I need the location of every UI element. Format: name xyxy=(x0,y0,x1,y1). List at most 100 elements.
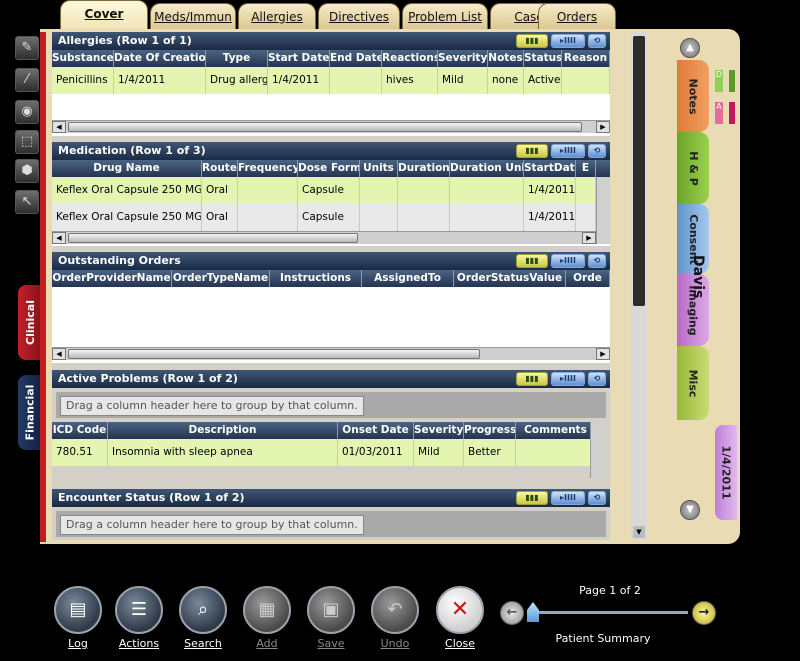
column-header[interactable]: Route xyxy=(202,160,238,177)
page-slider-track[interactable] xyxy=(528,611,688,614)
side-tab-financial[interactable]: Financial xyxy=(18,375,42,450)
page-slider-handle[interactable] xyxy=(527,602,539,622)
toggle-view-button[interactable]: ▮▮▮ xyxy=(516,372,548,386)
arrow-cursor-icon[interactable]: ↖ xyxy=(15,190,39,214)
mini-tab-a[interactable]: A xyxy=(715,102,723,124)
column-header[interactable]: Notes xyxy=(488,50,524,67)
scroll-right-icon[interactable]: ▶ xyxy=(596,348,610,360)
right-tab-notes[interactable]: Notes xyxy=(677,60,709,132)
column-header[interactable]: Comments xyxy=(516,422,596,439)
tape-icon[interactable]: ◉ xyxy=(15,100,39,124)
scroll-left-icon[interactable]: ◀ xyxy=(52,121,66,133)
column-header[interactable]: Type xyxy=(206,50,268,67)
scroll-thumb[interactable] xyxy=(68,349,480,359)
active-problems-vscroll[interactable] xyxy=(590,422,604,478)
scroll-down-icon[interactable]: ▼ xyxy=(633,526,645,538)
column-header[interactable]: Date Of Creation xyxy=(114,50,206,67)
tab-problem-list[interactable]: Problem List xyxy=(402,3,488,31)
main-vscroll[interactable]: ▼ xyxy=(631,32,647,540)
column-header[interactable]: E xyxy=(576,160,596,177)
column-header[interactable]: Frequency xyxy=(238,160,298,177)
refresh-icon[interactable]: ⟲ xyxy=(588,254,606,268)
tab-meds-immun[interactable]: Meds/Immun xyxy=(150,3,236,31)
select-region-icon[interactable]: ⬚ xyxy=(15,130,39,154)
toggle-view-button[interactable]: ▮▮▮ xyxy=(516,34,548,48)
right-tab-date[interactable]: 1/4/2011 xyxy=(715,425,737,520)
column-header[interactable]: Substance xyxy=(52,50,114,67)
column-header[interactable]: Status xyxy=(524,50,562,67)
column-header[interactable]: ICD Code xyxy=(52,422,108,439)
column-header[interactable]: Orde xyxy=(566,270,610,287)
table-row[interactable]: Keflex Oral Capsule 250 MG Oral Capsule … xyxy=(52,204,610,231)
scroll-right-icon[interactable]: ▶ xyxy=(596,121,610,133)
column-header[interactable]: Reactions xyxy=(382,50,438,67)
table-row[interactable]: 780.51 Insomnia with sleep apnea 01/03/2… xyxy=(52,439,596,466)
column-header[interactable]: Severity xyxy=(414,422,464,439)
add-button[interactable]: ▦ Add xyxy=(243,586,291,650)
refresh-icon[interactable]: ⟲ xyxy=(588,491,606,505)
column-header[interactable]: Reason xyxy=(562,50,610,67)
medication-vscroll[interactable] xyxy=(596,177,610,244)
tab-allergies[interactable]: Allergies xyxy=(238,3,316,31)
scroll-thumb[interactable] xyxy=(68,233,358,243)
actions-button[interactable]: ☰ Actions xyxy=(115,586,163,650)
save-button[interactable]: ▣ Save xyxy=(307,586,355,650)
column-header[interactable]: Duration Unit xyxy=(450,160,524,177)
group-by-area[interactable]: Drag a column header here to group by th… xyxy=(56,392,606,418)
toggle-view-button[interactable]: ▮▮▮ xyxy=(516,491,548,505)
log-button[interactable]: ▤ Log xyxy=(54,586,102,650)
column-header[interactable]: OrderProviderName xyxy=(52,270,172,287)
tab-directives[interactable]: Directives xyxy=(318,3,400,31)
tab-orders[interactable]: Orders xyxy=(538,3,616,31)
medication-hscroll[interactable]: ◀ ▶ xyxy=(52,231,596,244)
undo-button[interactable]: ↶ Undo xyxy=(371,586,419,650)
column-header[interactable]: Units xyxy=(360,160,398,177)
table-row[interactable]: Keflex Oral Capsule 250 MG Oral Capsule … xyxy=(52,177,610,204)
eraser-icon[interactable]: ⬢ xyxy=(15,159,39,183)
column-header[interactable]: Description xyxy=(108,422,338,439)
column-chooser-button[interactable]: ▸IIII xyxy=(551,254,585,268)
column-header[interactable]: Drug Name xyxy=(52,160,202,177)
close-button[interactable]: ✕ Close xyxy=(436,586,484,650)
pen-icon[interactable]: ✎ xyxy=(15,36,39,60)
column-header[interactable]: End Date xyxy=(330,50,382,67)
column-chooser-button[interactable]: ▸IIII xyxy=(551,144,585,158)
refresh-icon[interactable]: ⟲ xyxy=(588,34,606,48)
orders-hscroll[interactable]: ◀ ▶ xyxy=(52,347,610,360)
scroll-down-round-icon[interactable]: ▼ xyxy=(680,500,700,520)
right-tab-misc[interactable]: Misc xyxy=(677,346,709,420)
scroll-left-icon[interactable]: ◀ xyxy=(52,232,66,244)
column-header[interactable]: Progress xyxy=(464,422,516,439)
side-tab-clinical[interactable]: Clinical xyxy=(18,285,42,360)
toggle-view-button[interactable]: ▮▮▮ xyxy=(516,144,548,158)
column-header[interactable]: Dose Form xyxy=(298,160,360,177)
group-by-area[interactable]: Drag a column header here to group by th… xyxy=(56,511,606,537)
column-header[interactable]: StartDate xyxy=(524,160,576,177)
mini-tab-d[interactable]: D xyxy=(715,70,723,92)
column-header[interactable]: AssignedTo xyxy=(362,270,454,287)
column-header[interactable]: Onset Date xyxy=(338,422,414,439)
column-header[interactable]: Start Date xyxy=(268,50,330,67)
refresh-icon[interactable]: ⟲ xyxy=(588,372,606,386)
column-header[interactable]: Instructions xyxy=(270,270,362,287)
tab-cover[interactable]: Cover xyxy=(60,0,148,32)
scroll-left-icon[interactable]: ◀ xyxy=(52,348,66,360)
scroll-thumb[interactable] xyxy=(68,122,582,132)
search-button[interactable]: ⌕ Search xyxy=(179,586,227,650)
column-chooser-button[interactable]: ▸IIII xyxy=(551,34,585,48)
column-header[interactable]: OrderTypeName xyxy=(172,270,270,287)
next-page-icon[interactable]: → xyxy=(692,601,716,625)
toggle-view-button[interactable]: ▮▮▮ xyxy=(516,254,548,268)
column-header[interactable]: OrderStatusValue xyxy=(454,270,566,287)
column-chooser-button[interactable]: ▸IIII xyxy=(551,491,585,505)
scroll-thumb[interactable] xyxy=(633,36,645,306)
brush-icon[interactable]: ⁄ xyxy=(15,68,39,92)
scroll-right-icon[interactable]: ▶ xyxy=(582,232,596,244)
column-chooser-button[interactable]: ▸IIII xyxy=(551,372,585,386)
table-row[interactable]: Penicillins 1/4/2011 Drug allergy 1/4/20… xyxy=(52,67,610,94)
scroll-up-icon[interactable]: ▲ xyxy=(680,38,700,58)
refresh-icon[interactable]: ⟲ xyxy=(588,144,606,158)
column-header[interactable]: Severity xyxy=(438,50,488,67)
previous-page-icon[interactable]: ← xyxy=(500,601,524,625)
allergies-hscroll[interactable]: ◀ ▶ xyxy=(52,120,610,133)
